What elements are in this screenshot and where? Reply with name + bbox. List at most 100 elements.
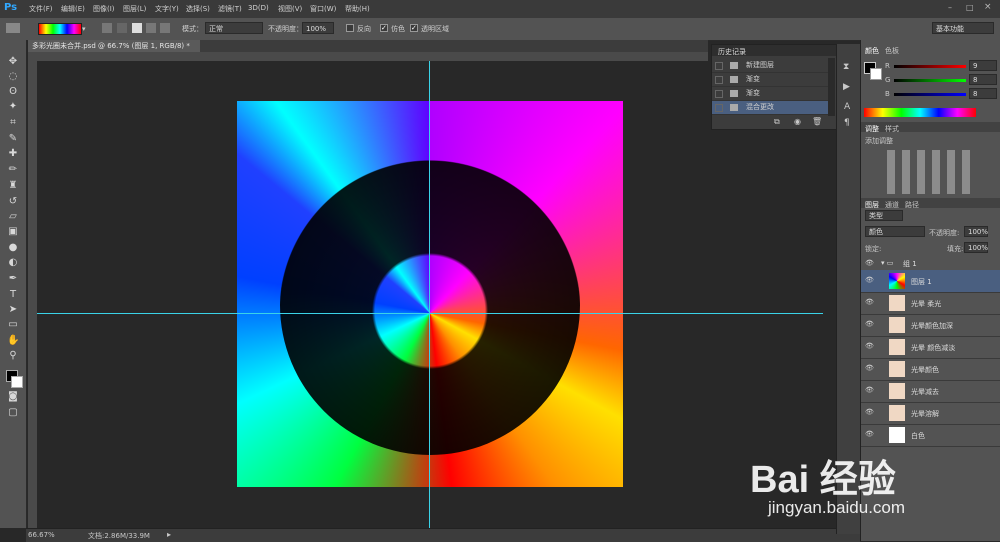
- close-icon[interactable]: ×: [984, 2, 992, 12]
- magic-wand-icon[interactable]: ✦: [7, 101, 19, 113]
- menu-filter[interactable]: 滤镜(T): [218, 4, 242, 14]
- shape-tool-icon[interactable]: ▭: [7, 319, 19, 331]
- mode-select[interactable]: 正常: [205, 22, 263, 34]
- fill-input[interactable]: 100%: [964, 242, 988, 253]
- tab-color[interactable]: 颜色: [865, 46, 879, 56]
- history-panel-icon[interactable]: ⧗: [843, 62, 849, 72]
- eye-icon[interactable]: 👁: [865, 259, 875, 267]
- menu-layer[interactable]: 图层(L): [123, 4, 146, 14]
- radial-gradient-icon[interactable]: [117, 23, 127, 33]
- eye-icon[interactable]: 👁: [865, 276, 875, 284]
- green-value[interactable]: 8: [969, 74, 997, 85]
- dither-checkbox[interactable]: ✓: [380, 24, 388, 32]
- tab-paths[interactable]: 路径: [905, 200, 919, 210]
- dodge-tool-icon[interactable]: ◐: [7, 257, 19, 269]
- blur-tool-icon[interactable]: ●: [7, 242, 19, 254]
- minimize-icon[interactable]: –: [948, 3, 952, 12]
- quick-mask-icon[interactable]: ◙: [7, 391, 19, 403]
- move-tool-icon[interactable]: ✥: [7, 56, 19, 68]
- hand-tool-icon[interactable]: ✋: [7, 335, 19, 347]
- layer-row[interactable]: 👁 光晕 颜色减淡: [861, 336, 1000, 359]
- linear-gradient-icon[interactable]: [102, 23, 112, 33]
- paragraph-panel-icon[interactable]: ¶: [844, 118, 850, 128]
- background-color-swatch[interactable]: [11, 376, 23, 388]
- layer-filter-select[interactable]: 类型: [865, 210, 903, 221]
- green-slider[interactable]: [894, 79, 966, 82]
- horizontal-guide[interactable]: [37, 313, 823, 314]
- layer-row[interactable]: 👁 光晕颜色: [861, 358, 1000, 381]
- history-item[interactable]: 渐变: [712, 73, 828, 87]
- opacity-input[interactable]: 100%: [302, 22, 334, 34]
- layer-group-row[interactable]: 👁 ▾ ▭ 组 1: [861, 256, 1000, 271]
- red-value[interactable]: 9: [969, 60, 997, 71]
- color-ramp[interactable]: [864, 108, 976, 117]
- menu-view[interactable]: 视图(V): [278, 4, 302, 14]
- snapshot-icon[interactable]: ◉: [794, 117, 801, 126]
- blue-slider[interactable]: [894, 93, 966, 96]
- menu-select[interactable]: 选择(S): [186, 4, 210, 14]
- tab-channels[interactable]: 通道: [885, 200, 899, 210]
- actions-panel-icon[interactable]: ▶: [843, 82, 850, 92]
- reverse-checkbox[interactable]: [346, 24, 354, 32]
- lasso-tool-icon[interactable]: ʘ: [7, 86, 19, 98]
- layer-row-selected[interactable]: 👁 图层 1: [861, 270, 1000, 293]
- workspace-select[interactable]: 基本功能: [932, 22, 994, 34]
- menu-image[interactable]: 图像(I): [93, 4, 115, 14]
- red-slider[interactable]: [894, 65, 966, 68]
- marquee-tool-icon[interactable]: ◌: [7, 71, 19, 83]
- menu-file[interactable]: 文件(F): [29, 4, 53, 14]
- layer-opacity-input[interactable]: 100%: [964, 226, 988, 237]
- reflected-gradient-icon[interactable]: [146, 23, 156, 33]
- clone-stamp-icon[interactable]: ♜: [7, 180, 19, 192]
- chevron-down-icon[interactable]: ▾: [82, 25, 86, 33]
- type-tool-icon[interactable]: T: [7, 289, 19, 301]
- zoom-tool-icon[interactable]: ⚲: [7, 350, 19, 362]
- blue-value[interactable]: 8: [969, 88, 997, 99]
- new-document-from-state-icon[interactable]: ⧉: [774, 117, 780, 127]
- pen-tool-icon[interactable]: ✒: [7, 273, 19, 285]
- tab-layers[interactable]: 图层: [865, 200, 879, 210]
- eraser-icon[interactable]: ▱: [7, 211, 19, 223]
- zoom-level[interactable]: 66.67%: [28, 531, 55, 539]
- blend-mode-select[interactable]: 颜色: [865, 226, 925, 237]
- layer-row[interactable]: 👁 光晕减去: [861, 380, 1000, 403]
- history-brush-icon[interactable]: ↺: [7, 196, 19, 208]
- gradient-tool-icon[interactable]: ▣: [7, 226, 19, 238]
- tab-swatches[interactable]: 色板: [885, 46, 899, 56]
- layer-row[interactable]: 👁 光晕溶解: [861, 402, 1000, 425]
- transparency-checkbox[interactable]: ✓: [410, 24, 418, 32]
- menu-3d[interactable]: 3D(D): [248, 4, 269, 12]
- gradient-picker[interactable]: [38, 23, 82, 35]
- tool-preset-icon[interactable]: [6, 23, 20, 33]
- trash-icon[interactable]: 🗑: [812, 117, 822, 126]
- character-panel-icon[interactable]: A: [844, 102, 850, 112]
- background-color-swatch[interactable]: [870, 68, 882, 80]
- history-scrollbar[interactable]: [828, 58, 835, 116]
- history-item[interactable]: 渐变: [712, 87, 828, 101]
- tab-adjustments[interactable]: 调整: [865, 124, 879, 134]
- healing-brush-icon[interactable]: ✚: [7, 148, 19, 160]
- menu-type[interactable]: 文字(Y): [155, 4, 179, 14]
- angle-gradient-icon[interactable]: [132, 23, 142, 33]
- tab-styles[interactable]: 样式: [885, 124, 899, 134]
- status-menu-arrow-icon[interactable]: ▸: [167, 530, 171, 539]
- vertical-guide[interactable]: [429, 61, 430, 528]
- menu-edit[interactable]: 编辑(E): [61, 4, 85, 14]
- menu-help[interactable]: 帮助(H): [345, 4, 370, 14]
- history-item[interactable]: 新建图层: [712, 59, 828, 73]
- diamond-gradient-icon[interactable]: [160, 23, 170, 33]
- history-item-selected[interactable]: 混合更改: [712, 101, 828, 115]
- menu-window[interactable]: 窗口(W): [310, 4, 336, 14]
- maximize-icon[interactable]: □: [966, 3, 974, 12]
- toolbar: ✥ ◌ ʘ ✦ ⌗ ✎ ✚ ✏ ♜ ↺ ▱ ▣ ● ◐ ✒ T ➤ ▭ ✋ ⚲ …: [0, 40, 27, 528]
- crop-tool-icon[interactable]: ⌗: [7, 117, 19, 129]
- brush-tool-icon[interactable]: ✏: [7, 164, 19, 176]
- eyedropper-icon[interactable]: ✎: [7, 133, 19, 145]
- adjustment-icons-grid[interactable]: [887, 150, 977, 194]
- layer-row[interactable]: 👁 光晕颜色加深: [861, 314, 1000, 337]
- history-title[interactable]: 历史记录: [718, 47, 746, 57]
- document-tab[interactable]: 多彩光圈未合并.psd @ 66.7% (图层 1, RGB/8) *: [28, 40, 200, 52]
- path-select-icon[interactable]: ➤: [7, 304, 19, 316]
- screen-mode-icon[interactable]: ▢: [7, 407, 19, 419]
- layer-row[interactable]: 👁 光晕 柔光: [861, 292, 1000, 315]
